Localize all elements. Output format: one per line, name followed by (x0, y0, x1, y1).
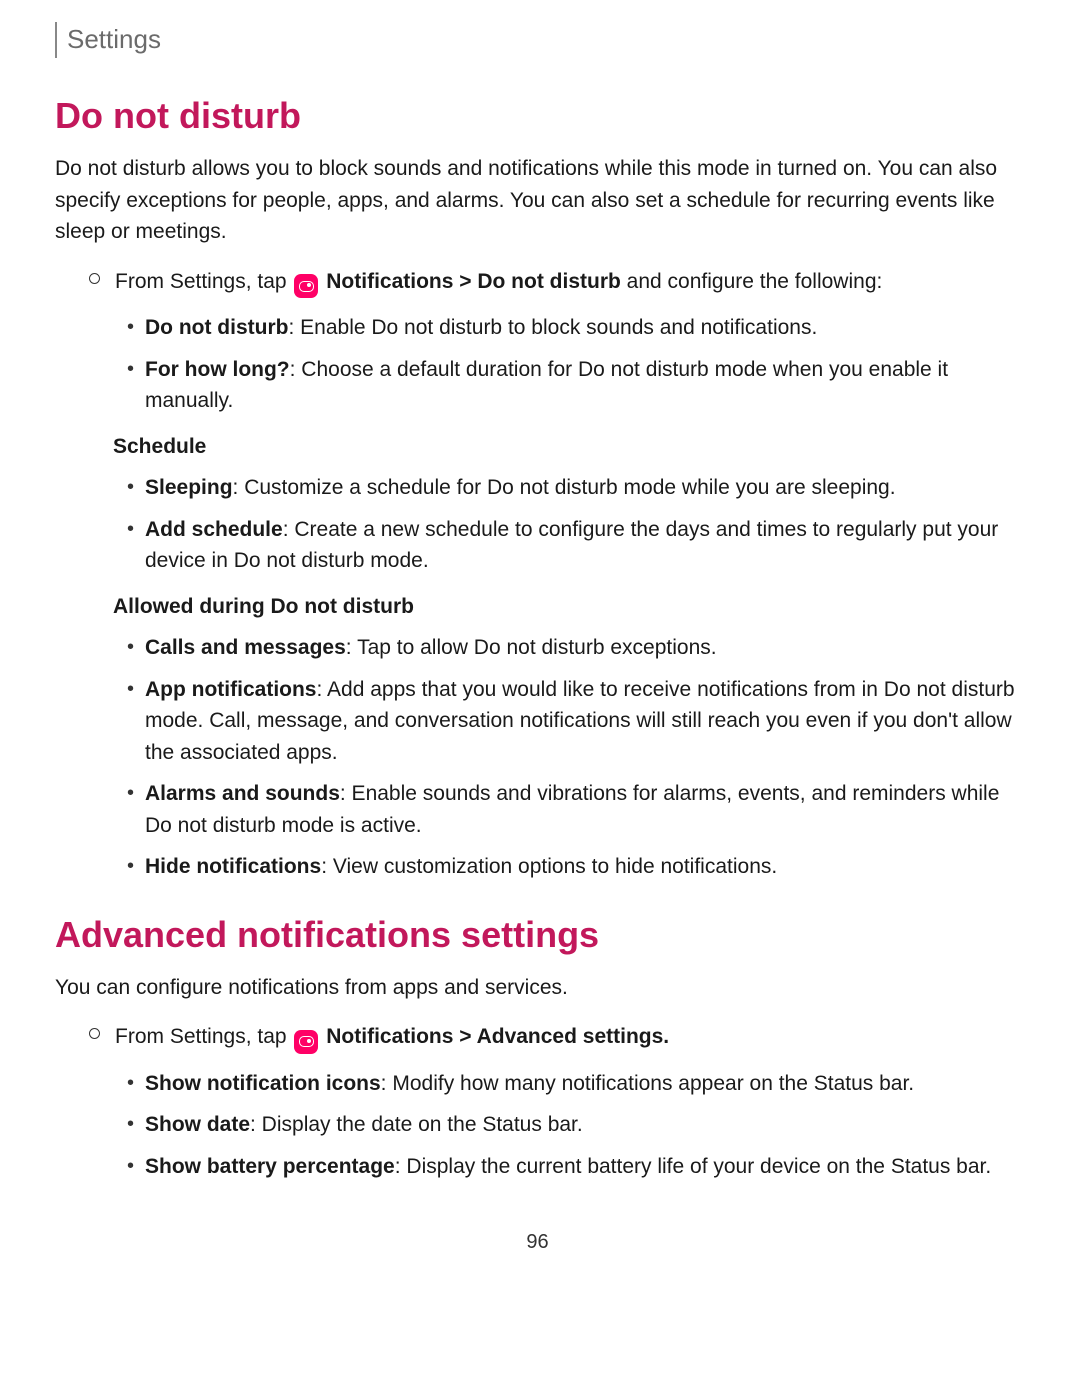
step-path: Notifications > Advanced settings. (326, 1025, 669, 1048)
step-prefix: From Settings, tap (115, 270, 292, 293)
step-advanced: From Settings, tap Notifications > Advan… (55, 1021, 1020, 1054)
intro-dnd: Do not disturb allows you to block sound… (55, 153, 1020, 248)
list-item: Alarms and sounds: Enable sounds and vib… (55, 778, 1020, 841)
subheading-schedule: Schedule (55, 431, 1020, 463)
intro-advanced: You can configure notifications from app… (55, 972, 1020, 1004)
notifications-icon (294, 1030, 318, 1054)
step-path: Notifications > Do not disturb (326, 270, 621, 293)
step-suffix: and configure the following: (621, 270, 883, 293)
list-item: Show battery percentage: Display the cur… (55, 1151, 1020, 1183)
list-item: For how long?: Choose a default duration… (55, 354, 1020, 417)
breadcrumb: Settings (55, 20, 1020, 59)
list-item: Show date: Display the date on the Statu… (55, 1109, 1020, 1141)
list-item: Sleeping: Customize a schedule for Do no… (55, 472, 1020, 504)
breadcrumb-bar (55, 22, 57, 58)
step-prefix: From Settings, tap (115, 1025, 292, 1048)
schedule-list: Sleeping: Customize a schedule for Do no… (55, 472, 1020, 577)
list-item: App notifications: Add apps that you wou… (55, 674, 1020, 769)
heading-do-not-disturb: Do not disturb (55, 89, 1020, 143)
step-dnd: From Settings, tap Notifications > Do no… (55, 266, 1020, 299)
list-item: Show notification icons: Modify how many… (55, 1068, 1020, 1100)
document-page: Settings Do not disturb Do not disturb a… (0, 0, 1080, 1287)
allowed-list: Calls and messages: Tap to allow Do not … (55, 632, 1020, 883)
list-item: Add schedule: Create a new schedule to c… (55, 514, 1020, 577)
ring-bullet-icon (89, 273, 100, 284)
page-number: 96 (55, 1227, 1020, 1257)
subheading-allowed: Allowed during Do not disturb (55, 591, 1020, 623)
heading-advanced-notifications: Advanced notifications settings (55, 908, 1020, 962)
list-item: Hide notifications: View customization o… (55, 851, 1020, 883)
notifications-icon (294, 274, 318, 298)
dnd-top-list: Do not disturb: Enable Do not disturb to… (55, 312, 1020, 417)
breadcrumb-label: Settings (67, 20, 161, 59)
list-item: Calls and messages: Tap to allow Do not … (55, 632, 1020, 664)
list-item: Do not disturb: Enable Do not disturb to… (55, 312, 1020, 344)
ring-bullet-icon (89, 1028, 100, 1039)
advanced-list: Show notification icons: Modify how many… (55, 1068, 1020, 1183)
